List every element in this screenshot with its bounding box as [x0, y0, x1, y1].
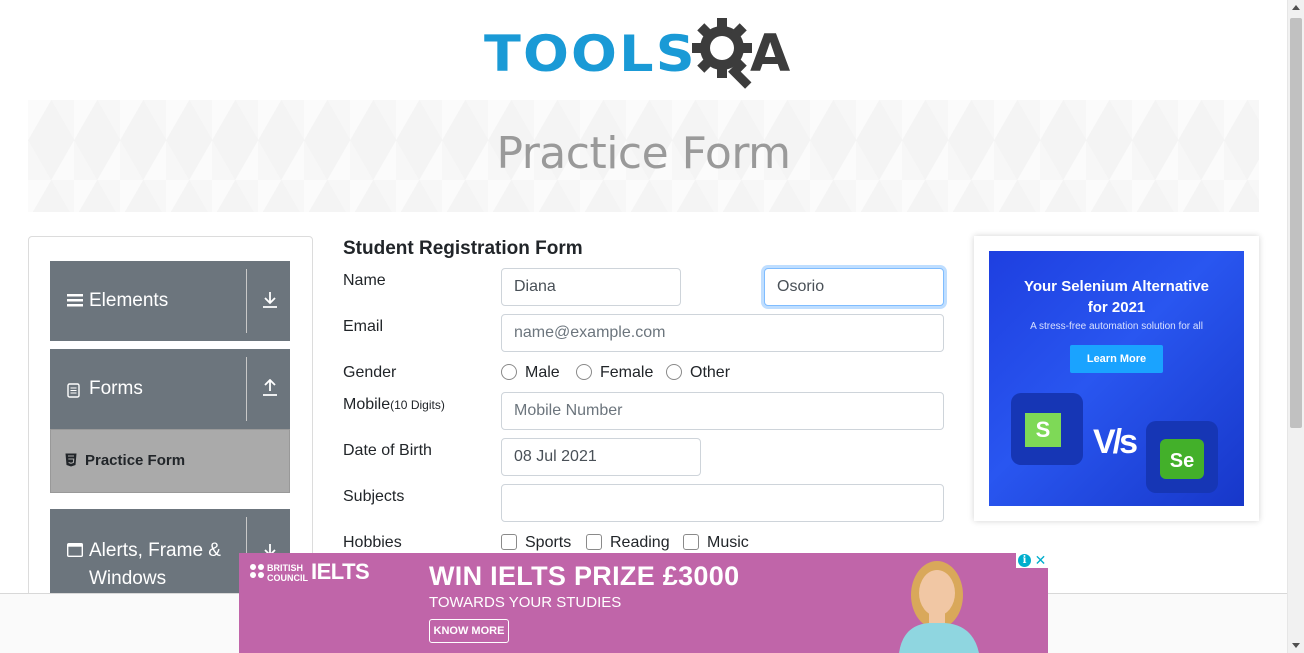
subjects-input[interactable] [501, 484, 944, 522]
hobby-reading-label[interactable]: Reading [610, 534, 670, 552]
side-ad-headline-1: Your Selenium Alternative [1023, 278, 1210, 295]
scroll-up-icon[interactable] [1292, 5, 1300, 10]
ielts-logo: IELTS [311, 559, 370, 584]
side-ad[interactable]: Your Selenium Alternative for 2021 A str… [989, 251, 1244, 506]
gender-female-label[interactable]: Female [600, 364, 653, 382]
page-banner: Practice Form [28, 100, 1259, 212]
british-council-logo: BRITISH COUNCIL [249, 563, 308, 583]
email-label: Email [343, 318, 384, 335]
hobby-sports-label[interactable]: Sports [525, 534, 571, 552]
logo-a: A [750, 24, 791, 84]
page-title: Practice Form [496, 128, 791, 179]
mobile-input[interactable] [501, 392, 944, 430]
sidebar-group-label: Forms [89, 378, 143, 399]
ad-woman-image [899, 561, 979, 653]
dots-icon [249, 563, 267, 583]
gender-other-radio[interactable] [666, 364, 682, 380]
council-label: COUNCIL [267, 573, 308, 583]
gender-label: Gender [343, 364, 397, 381]
gear-magnifier-icon [692, 18, 752, 89]
date-of-birth-input[interactable] [501, 438, 701, 476]
sidebar-group-label: Alerts, Frame & Windows [89, 540, 221, 589]
mobile-label-text: Mobile [343, 396, 391, 413]
sidebar-group-label: Elements [89, 290, 169, 311]
ad-controls: i ✕ [1016, 553, 1048, 568]
side-ad-tagline: A stress-free automation solution for al… [1030, 321, 1203, 332]
subjects-label: Subjects [343, 488, 405, 505]
gender-other-label[interactable]: Other [690, 364, 730, 382]
learn-more-button[interactable]: Learn More [1070, 345, 1163, 373]
hobby-music-checkbox[interactable] [683, 534, 699, 550]
mobile-hint: (10 Digits) [390, 398, 445, 412]
gender-male-radio[interactable] [501, 364, 517, 380]
ad-close-icon[interactable]: ✕ [1033, 553, 1048, 568]
gender-male-label[interactable]: Male [525, 364, 560, 382]
selenium-logo-tile: Se [1146, 421, 1218, 493]
hobby-sports-checkbox[interactable] [501, 534, 517, 550]
vertical-scrollbar[interactable] [1287, 0, 1304, 653]
email-input[interactable] [501, 314, 944, 352]
ad-subline: TOWARDS YOUR STUDIES [429, 594, 622, 611]
gender-female-radio[interactable] [576, 364, 592, 380]
sidebar-group-elements[interactable]: Elements [50, 261, 290, 341]
selenium-logo: Se [1160, 439, 1204, 479]
sidebar-item-practice-form[interactable]: Practice Form [50, 429, 290, 493]
vs-text: V/s [1093, 423, 1138, 461]
know-more-button[interactable]: KNOW MORE [429, 619, 509, 643]
upload-arrow-icon[interactable] [262, 379, 278, 397]
british-label: BRITISH [267, 563, 303, 573]
logo-text: TOOLS [484, 25, 697, 83]
side-ad-headline-2: for 2021 [1087, 299, 1146, 316]
ad-info-icon[interactable]: i [1018, 554, 1031, 567]
name-label: Name [343, 272, 386, 289]
html5-icon [65, 453, 77, 467]
last-name-input[interactable] [764, 268, 944, 306]
scrollbar-thumb[interactable] [1290, 18, 1302, 428]
download-arrow-icon[interactable] [262, 291, 278, 309]
side-ad-headline: Your Selenium Alternative for 2021 [989, 276, 1244, 318]
sidebar-item-label: Practice Form [85, 452, 186, 469]
mobile-label: Mobile(10 Digits) [343, 396, 445, 414]
scroll-down-icon[interactable] [1292, 643, 1300, 648]
divider [246, 269, 247, 333]
form-title: Student Registration Form [343, 238, 583, 259]
ad-headline: WIN IELTS PRIZE £3000 [429, 561, 740, 591]
dob-label: Date of Birth [343, 442, 432, 459]
toolsqa-logo[interactable]: TOOLS A [484, 12, 808, 92]
sidebar-group-forms[interactable]: Forms [50, 349, 290, 429]
competitor-logo-tile: S [1011, 393, 1083, 465]
bottom-ad[interactable]: BRITISH COUNCIL IELTS WIN IELTS PRIZE £30… [239, 553, 1048, 653]
hamburger-icon [67, 294, 83, 307]
first-name-input[interactable] [501, 268, 681, 306]
hobby-reading-checkbox[interactable] [586, 534, 602, 550]
hobbies-label: Hobbies [343, 534, 402, 551]
document-icon [67, 383, 80, 398]
competitor-logo: S [1025, 413, 1061, 447]
window-icon [67, 543, 83, 557]
divider [246, 357, 247, 421]
hobby-music-label[interactable]: Music [707, 534, 749, 552]
